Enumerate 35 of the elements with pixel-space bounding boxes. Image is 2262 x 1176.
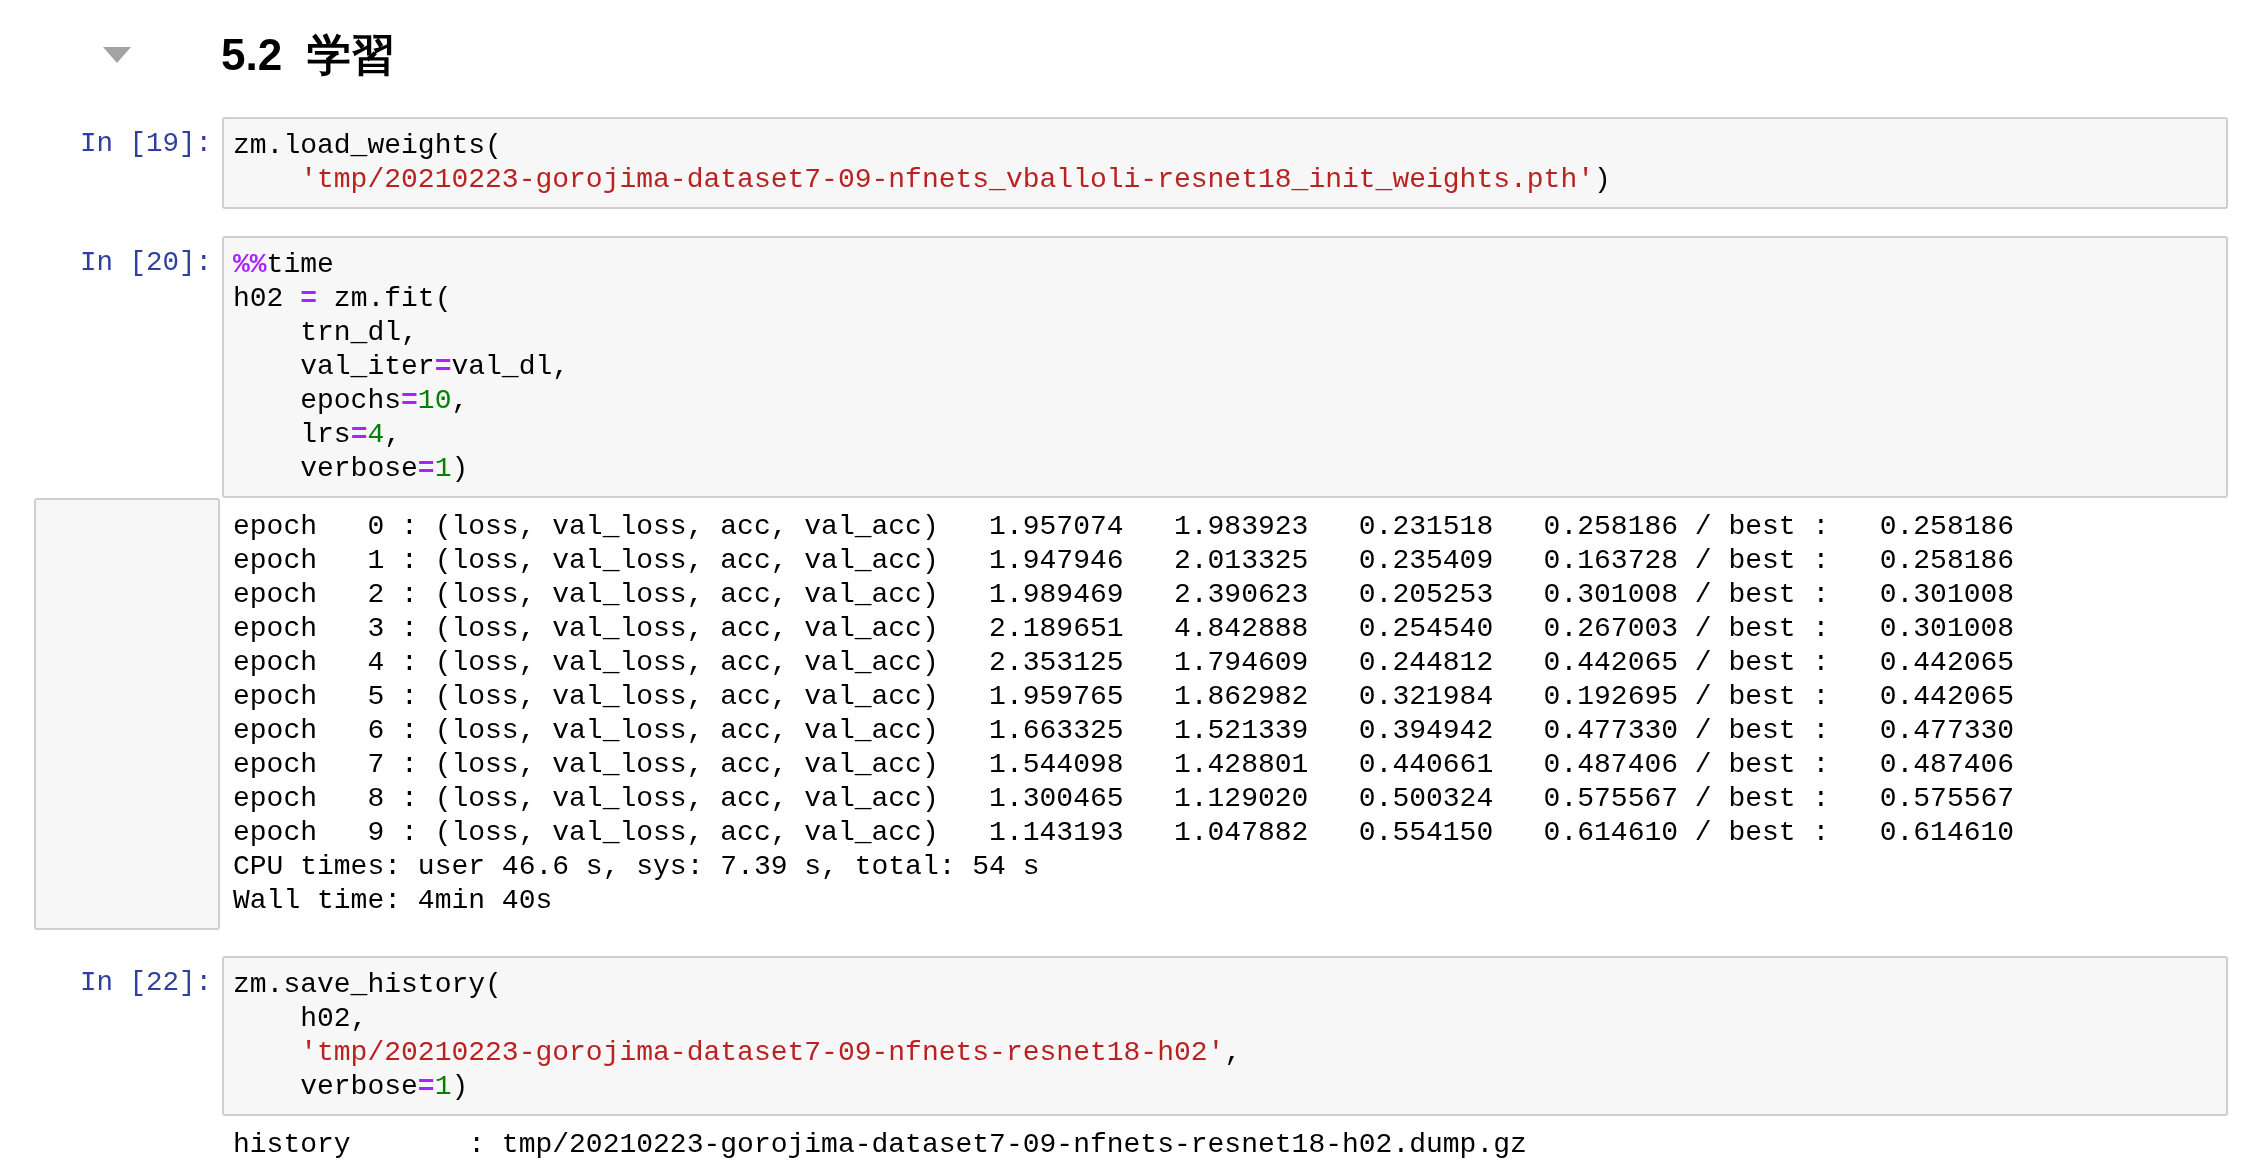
section-heading: 5.2 学習: [221, 28, 395, 81]
output-line: Wall time: 4min 40s: [233, 884, 554, 918]
output-line: epoch 2 : (loss, val_loss, acc, val_acc) 1.989469 2.390623 0.205253 0.301008 / best : 0.301008: [233, 578, 2015, 612]
cell-prompt: In [22]:: [79, 966, 212, 1000]
output-line: CPU times: user 46.6 s, sys: 7.39 s, total: 54 s: [233, 850, 1041, 884]
code-line: 'tmp/20210223-gorojima-dataset7-09-nfnets_vballoli-resnet18_init_weights.pth'): [299, 163, 1612, 197]
code-line: %%time: [233, 248, 335, 282]
output-line: epoch 5 : (loss, val_loss, acc, val_acc) 1.959765 1.862982 0.321984 0.192695 / best : 0.442065: [233, 680, 2015, 714]
code-line: 'tmp/20210223-gorojima-dataset7-09-nfnets-resnet18-h02',: [299, 1036, 1243, 1070]
collapse-caret-icon[interactable]: [103, 47, 131, 63]
code-line: lrs=4,: [299, 418, 403, 452]
output-prompt-area[interactable]: [34, 498, 220, 930]
code-line: zm.save_history(: [233, 968, 503, 1002]
output-line: epoch 9 : (loss, val_loss, acc, val_acc) 1.143193 1.047882 0.554150 0.614610 / best : 0.614610: [233, 816, 2015, 850]
code-cell[interactable]: zm.load_weights( 'tmp/20210223-gorojima-dataset7-09-nfnets_vballoli-resnet18_init_weights.pth'): [222, 117, 2228, 209]
output-line: epoch 4 : (loss, val_loss, acc, val_acc) 2.353125 1.794609 0.244812 0.442065 / best : 0.442065: [233, 646, 2015, 680]
code-line: zm.load_weights(: [233, 129, 503, 163]
output-line: epoch 6 : (loss, val_loss, acc, val_acc) 1.663325 1.521339 0.394942 0.477330 / best : 0.477330: [233, 714, 2015, 748]
code-cell[interactable]: %%time h02 = zm.fit( trn_dl, val_iter=val_dl, epochs=10, lrs=4, verbose=1): [222, 236, 2228, 498]
output-line: history : tmp/20210223-gorojima-dataset7-09-nfnets-resnet18-h02.dump.gz: [233, 1128, 1527, 1162]
output-line: epoch 3 : (loss, val_loss, acc, val_acc) 2.189651 4.842888 0.254540 0.267003 / best : 0.301008: [233, 612, 2015, 646]
cell-prompt: In [19]:: [79, 127, 212, 161]
output-line: epoch 0 : (loss, val_loss, acc, val_acc) 1.957074 1.983923 0.231518 0.258186 / best : 0.258186: [233, 510, 2015, 544]
code-line: verbose=1): [299, 1070, 470, 1104]
code-line: epochs=10,: [299, 384, 470, 418]
code-line: verbose=1): [299, 452, 470, 486]
code-line: h02,: [299, 1002, 369, 1036]
output-line: epoch 8 : (loss, val_loss, acc, val_acc) 1.300465 1.129020 0.500324 0.575567 / best : 0.575567: [233, 782, 2015, 816]
code-line: h02 = zm.fit(: [233, 282, 453, 316]
output-line: epoch 7 : (loss, val_loss, acc, val_acc) 1.544098 1.428801 0.440661 0.487406 / best : 0.487406: [233, 748, 2015, 782]
code-line: trn_dl,: [299, 316, 419, 350]
code-line: val_iter=val_dl,: [299, 350, 571, 384]
cell-prompt: In [20]:: [79, 246, 212, 280]
code-cell[interactable]: zm.save_history( h02, 'tmp/20210223-gorojima-dataset7-09-nfnets-resnet18-h02', verbose=1): [222, 956, 2228, 1116]
output-line: epoch 1 : (loss, val_loss, acc, val_acc) 1.947946 2.013325 0.235409 0.163728 / best : 0.258186: [233, 544, 2015, 578]
